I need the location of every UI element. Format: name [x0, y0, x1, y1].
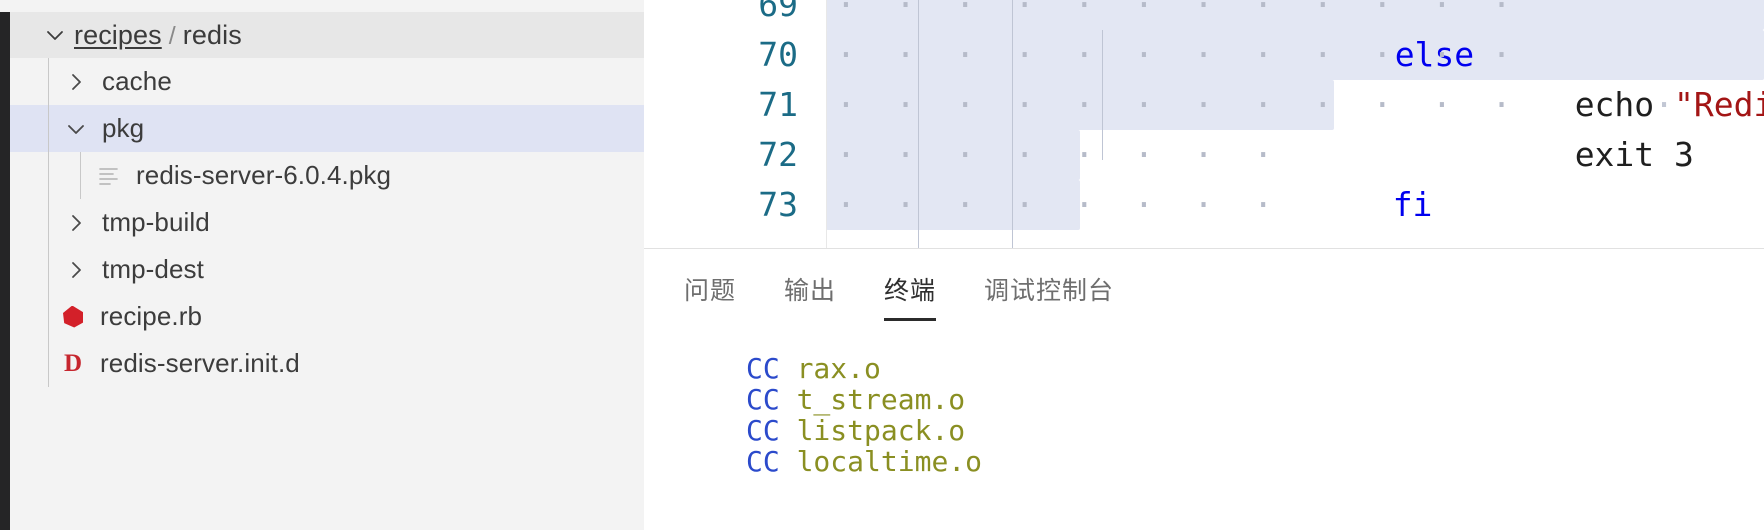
terminal-cmd: CC — [746, 445, 780, 478]
bottom-panel: 问题 输出 终端 调试控制台 CC rax.o CC t_stream.o CC… — [644, 249, 1764, 530]
sidebar-top-strip — [0, 0, 644, 12]
tree-item-label: tmp-build — [102, 207, 210, 237]
tab-terminal[interactable]: 终端 — [884, 271, 937, 321]
activity-bar-edge — [0, 12, 10, 530]
chevron-right-icon[interactable] — [62, 256, 90, 284]
code-line: exit 3 — [1376, 80, 1694, 174]
tree-item-label: redis-server-6.0.4.pkg — [136, 160, 392, 190]
panel-tab-list: 问题 输出 终端 调试控制台 — [684, 271, 1114, 321]
terminal-line: CC listpack.o — [746, 415, 1764, 446]
tree-item-label: redis-server.init.d — [100, 348, 300, 378]
terminal-line: CC rax.o — [746, 353, 1764, 384]
breadcrumb: recipes / redis — [74, 20, 242, 51]
code-line: fi — [1194, 130, 1433, 224]
tree-item-label: pkg — [102, 113, 145, 143]
tree-item-label: tmp-dest — [102, 254, 204, 284]
line-number: 73 — [758, 185, 798, 224]
breadcrumb-separator: / — [168, 21, 176, 50]
code-editor[interactable]: 69 70 71 72 73 · · · · · · · · · · · · e… — [644, 0, 1764, 249]
tree-item-label: recipe.rb — [100, 301, 203, 331]
tree-item-tmp-dest[interactable]: tmp-dest — [10, 246, 644, 293]
line-number-gutter: 69 70 71 72 73 — [644, 0, 827, 249]
tree-item-pkg[interactable]: pkg — [10, 105, 644, 152]
tree-item-recipe-rb[interactable]: recipe.rb — [10, 293, 644, 340]
ruby-gem-icon — [58, 305, 88, 328]
breadcrumb-leaf[interactable]: redis — [183, 20, 242, 51]
explorer-section-header[interactable]: recipes / redis — [10, 12, 644, 58]
file-tree: cache pkg redis-server-6.0.4.pkg tmp-bui… — [10, 58, 644, 530]
tree-item-label: cache — [102, 66, 172, 96]
chevron-down-icon[interactable] — [62, 115, 90, 143]
chevron-right-icon[interactable] — [62, 209, 90, 237]
terminal-file: listpack.o — [796, 414, 966, 447]
tree-item-tmp-build[interactable]: tmp-build — [10, 199, 644, 246]
terminal-file: t_stream.o — [796, 383, 966, 416]
tree-item-cache[interactable]: cache — [10, 58, 644, 105]
explorer-sidebar: recipes / redis cache pkg redis-server-6… — [0, 0, 644, 530]
line-number: 70 — [758, 35, 798, 74]
code-line: else — [1196, 0, 1474, 74]
terminal-file: localtime.o — [796, 445, 983, 478]
terminal-output[interactable]: CC rax.o CC t_stream.o CC listpack.o CC … — [644, 353, 1764, 530]
tab-output[interactable]: 输出 — [784, 271, 836, 321]
chevron-down-icon[interactable] — [42, 22, 68, 48]
code-content[interactable]: · · · · · · · · · · · · else · · · · · ·… — [826, 0, 1764, 249]
terminal-cmd: CC — [746, 383, 780, 416]
vscode-window: recipes / redis cache pkg redis-server-6… — [0, 0, 1764, 530]
code-line: ;; — [1194, 180, 1433, 249]
terminal-cmd: CC — [746, 414, 780, 447]
terminal-line: CC t_stream.o — [746, 384, 1764, 415]
terminal-file: rax.o — [796, 352, 881, 385]
terminal-cmd: CC — [746, 352, 780, 385]
lines-file-icon — [94, 163, 124, 189]
line-number: 71 — [758, 85, 798, 124]
line-number: 72 — [758, 135, 798, 174]
code-line: echo·"Redis not· — [1376, 30, 1764, 124]
code-token-command: exit 3 — [1574, 135, 1694, 174]
editor-area: 69 70 71 72 73 · · · · · · · · · · · · e… — [644, 0, 1764, 530]
chevron-right-icon[interactable] — [62, 68, 90, 96]
line-number: 69 — [758, 0, 798, 24]
code-token-punctuation: ;; — [1393, 235, 1433, 249]
breadcrumb-root[interactable]: recipes — [74, 20, 162, 51]
tab-debug-console[interactable]: 调试控制台 — [984, 271, 1114, 321]
tab-problems[interactable]: 问题 — [684, 271, 736, 321]
letter-d-icon: D — [63, 350, 83, 377]
terminal-line: CC localtime.o — [746, 446, 1764, 477]
tree-item-redis-server-initd[interactable]: D redis-server.init.d — [10, 340, 644, 387]
tree-item-redis-server-pkg[interactable]: redis-server-6.0.4.pkg — [10, 152, 644, 199]
